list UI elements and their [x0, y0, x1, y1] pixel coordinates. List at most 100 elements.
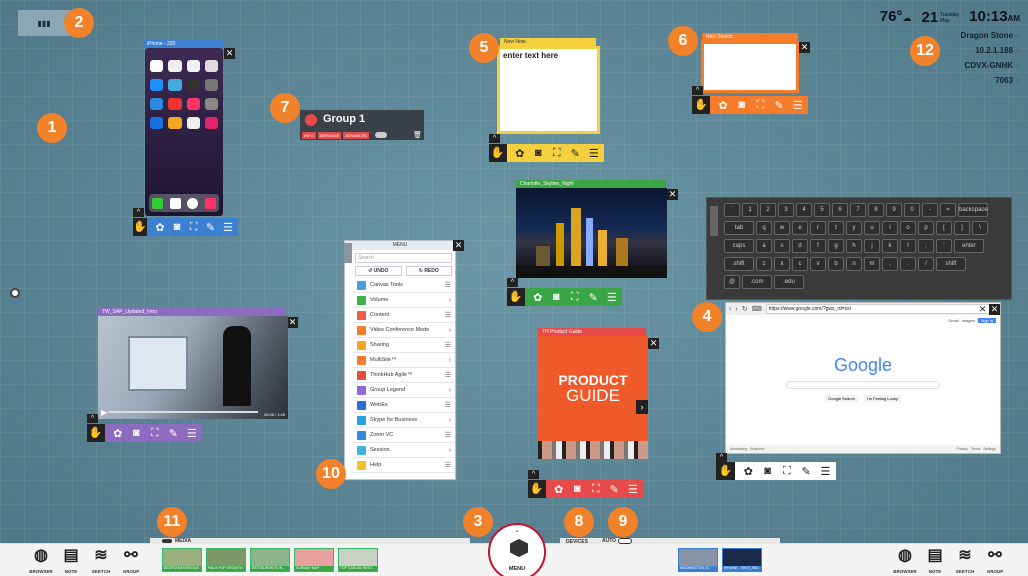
- app-icon[interactable]: [204, 117, 218, 129]
- play-icon[interactable]: ▶: [101, 408, 107, 417]
- phone-screen[interactable]: [145, 48, 223, 216]
- list-icon[interactable]: ☰: [223, 221, 233, 234]
- palette-icon[interactable]: ✿: [533, 291, 544, 304]
- keyboard-key[interactable]: o: [900, 221, 916, 235]
- close-icon[interactable]: ✕: [977, 304, 988, 315]
- url-bar[interactable]: https://www.google.com/?gws_rd=ssl: [765, 304, 997, 314]
- chevron-right-icon[interactable]: ›: [449, 357, 451, 364]
- list-icon[interactable]: ☰: [445, 371, 451, 379]
- palette-icon[interactable]: ✿: [113, 427, 124, 440]
- trash-icon[interactable]: 🗑: [413, 131, 422, 139]
- video-progress[interactable]: [108, 411, 258, 413]
- camera-icon[interactable]: ◙: [533, 147, 544, 159]
- menu-drag-handle[interactable]: [344, 243, 352, 263]
- list-icon[interactable]: ☰: [445, 461, 451, 469]
- keyboard-key[interactable]: =: [940, 203, 956, 217]
- chevron-up-icon[interactable]: ^: [507, 278, 518, 287]
- keyboard-key[interactable]: r: [810, 221, 826, 235]
- keyboard-key[interactable]: tab: [724, 221, 754, 235]
- keyboard-key[interactable]: ;: [918, 239, 934, 253]
- dock-sketch-button[interactable]: ≋ SKETCH: [952, 547, 978, 574]
- dock-browser-button[interactable]: ◍ BROWSER: [28, 547, 54, 574]
- keyboard-key[interactable]: .com: [742, 275, 772, 289]
- keyboard-key[interactable]: ': [936, 239, 952, 253]
- note-title[interactable]: New Note: [500, 38, 596, 46]
- settings-link[interactable]: Settings: [983, 447, 996, 451]
- keyboard-key[interactable]: w: [774, 221, 790, 235]
- menu-item[interactable]: WebEx ☰: [353, 398, 455, 413]
- product-guide-document[interactable]: PRODUCT GUIDE ›: [538, 336, 648, 459]
- pin-icon[interactable]: ✎: [206, 221, 215, 234]
- list-icon[interactable]: ☰: [445, 281, 451, 289]
- keyboard-key[interactable]: b: [828, 257, 844, 271]
- keyboard-key[interactable]: m: [864, 257, 880, 271]
- fullscreen-icon[interactable]: ⛶: [189, 221, 198, 234]
- chevron-up-icon[interactable]: ^: [87, 414, 98, 423]
- list-icon[interactable]: ☰: [445, 431, 451, 439]
- keyboard-key[interactable]: -: [922, 203, 938, 217]
- keyboard-key[interactable]: 9: [886, 203, 902, 217]
- palette-icon[interactable]: ✿: [515, 147, 526, 160]
- dock-menu-button[interactable]: ⌄ MENU: [488, 523, 546, 576]
- media-thumbnail[interactable]: SUBWAY MAP: [294, 548, 334, 572]
- menu-item[interactable]: Video Conference Mode ›: [353, 323, 455, 338]
- pin-icon[interactable]: ✎: [801, 465, 812, 478]
- keyboard-icon[interactable]: ⌨: [752, 305, 762, 313]
- chevron-right-icon[interactable]: ›: [449, 417, 451, 424]
- keyboard-key[interactable]: 0: [904, 203, 920, 217]
- google-search-box[interactable]: [786, 381, 940, 389]
- gmail-link[interactable]: Gmail: [948, 318, 958, 323]
- palette-icon[interactable]: ✿: [718, 99, 729, 112]
- note-window[interactable]: enter text here: [497, 46, 600, 134]
- media-thumbnail[interactable]: BEDROOM DESIGNS: [162, 548, 202, 572]
- app-icon[interactable]: [204, 79, 218, 91]
- pin-icon[interactable]: ✎: [168, 427, 179, 440]
- pin-icon[interactable]: ✎: [609, 483, 620, 496]
- menu-item[interactable]: Group Legend ›: [353, 383, 455, 398]
- keyboard-key[interactable]: j: [864, 239, 880, 253]
- keyboard-key[interactable]: enter: [954, 239, 984, 253]
- camera-icon[interactable]: ◙: [131, 427, 142, 439]
- device-thumbnail[interactable]: IPHONE - SHOT_B52: [722, 548, 762, 572]
- menu-item[interactable]: Help ☰: [353, 458, 455, 473]
- media-thumbnail[interactable]: RESTAURANTS IN...: [250, 548, 290, 572]
- menu-item[interactable]: MultiSite™ ›: [353, 353, 455, 368]
- keyboard-key[interactable]: v: [810, 257, 826, 271]
- hand-icon[interactable]: ✋: [489, 144, 507, 162]
- advertising-link[interactable]: Advertising: [730, 447, 747, 451]
- chevron-up-icon[interactable]: ^: [528, 470, 539, 479]
- left-edge-handle[interactable]: [10, 288, 20, 298]
- app-icon[interactable]: [186, 117, 200, 129]
- camera-icon[interactable]: ◙: [736, 99, 747, 111]
- app-icon[interactable]: [168, 79, 182, 91]
- app-icon[interactable]: [168, 60, 182, 72]
- list-icon[interactable]: ☰: [792, 99, 803, 112]
- palette-icon[interactable]: ✿: [743, 465, 754, 478]
- group-toggle[interactable]: [375, 132, 388, 138]
- keyboard-key[interactable]: d: [792, 239, 808, 253]
- fullscreen-icon[interactable]: ⛶: [150, 427, 161, 440]
- chevron-right-icon[interactable]: ›: [449, 327, 451, 334]
- list-icon[interactable]: ☰: [589, 147, 600, 160]
- app-icon[interactable]: [186, 60, 200, 72]
- list-icon[interactable]: ☰: [445, 341, 451, 349]
- chevron-up-icon[interactable]: ⌄: [490, 527, 544, 534]
- keyboard-key[interactable]: f: [810, 239, 826, 253]
- app-icon[interactable]: [150, 117, 164, 129]
- keyboard-key[interactable]: backspace: [958, 203, 988, 217]
- terms-link[interactable]: Terms: [971, 447, 981, 451]
- keyboard-key[interactable]: l: [900, 239, 916, 253]
- group-info-button[interactable]: INFO: [302, 131, 316, 139]
- dock-group-button[interactable]: ⚯ GROUP: [982, 547, 1008, 574]
- keyboard-key[interactable]: @: [724, 275, 740, 289]
- undo-button[interactable]: ↺ UNDO: [355, 266, 402, 276]
- list-icon[interactable]: ☰: [628, 483, 639, 496]
- phone-window-title[interactable]: iPhone - 330: [143, 40, 223, 48]
- chevron-up-icon[interactable]: ^: [692, 86, 703, 95]
- sketch-title[interactable]: New Sketch: [702, 33, 798, 41]
- keyboard-key[interactable]: 2: [760, 203, 776, 217]
- back-icon[interactable]: ‹: [729, 306, 731, 313]
- pin-icon[interactable]: ✎: [570, 147, 581, 160]
- keyboard-key[interactable]: t: [828, 221, 844, 235]
- palette-icon[interactable]: ✿: [155, 221, 164, 234]
